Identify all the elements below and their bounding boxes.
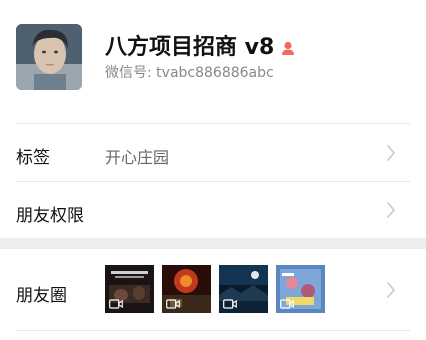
chevron-right-icon <box>387 145 395 161</box>
chevron-right-icon <box>387 282 395 298</box>
video-icon <box>109 299 123 309</box>
section-gap <box>0 238 426 249</box>
moments-thumbnails[interactable] <box>105 265 325 313</box>
profile-name: 八方项目招商 v8 <box>105 29 296 61</box>
moment-thumbnail[interactable] <box>219 265 268 313</box>
avatar[interactable] <box>16 24 82 90</box>
video-icon <box>280 299 294 309</box>
moment-thumbnail[interactable] <box>276 265 325 313</box>
row-tags-value: 开心庄园 <box>105 148 170 167</box>
profile-name-text: 八方项目招商 v8 <box>105 35 275 60</box>
row-tags[interactable]: 标签 开心庄园 <box>0 124 426 181</box>
chevron-right-icon <box>387 202 395 218</box>
row-friend-permissions-label: 朋友权限 <box>16 206 84 226</box>
divider <box>16 330 410 331</box>
row-friend-permissions[interactable]: 朋友权限 <box>0 182 426 238</box>
avatar-image <box>16 24 82 90</box>
video-icon <box>166 299 180 309</box>
person-icon <box>282 41 295 55</box>
wechat-id: 微信号: tvabc886886abc <box>105 62 274 82</box>
wechat-id-value: tvabc886886abc <box>156 65 274 81</box>
row-moments-label: 朋友圈 <box>16 286 67 306</box>
moment-thumbnail[interactable] <box>105 265 154 313</box>
profile-card[interactable]: 八方项目招商 v8 微信号: tvabc886886abc <box>0 0 426 108</box>
wechat-id-label: 微信号: <box>105 65 152 81</box>
video-icon <box>223 299 237 309</box>
moment-thumbnail[interactable] <box>162 265 211 313</box>
row-tags-label: 标签 <box>16 148 50 168</box>
